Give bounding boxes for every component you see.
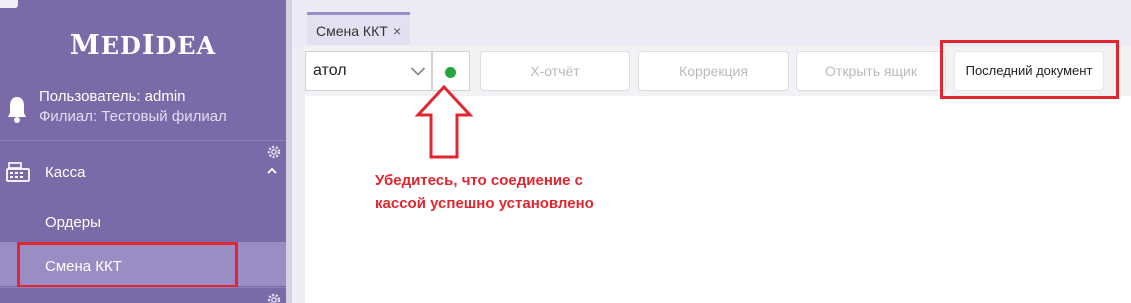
device-select[interactable]: атол (305, 51, 432, 91)
chevron-up-icon[interactable] (266, 166, 278, 176)
annotation-text: Убедитесь, что соедиение с кассой успешн… (375, 172, 594, 212)
app-logo: MEDIDEA (69, 30, 217, 61)
tab-label: Смена ККТ (316, 23, 388, 39)
user-name: Пользователь: admin (39, 88, 186, 105)
content-gutter (292, 46, 305, 303)
bell-icon[interactable] (6, 94, 28, 124)
menu-corner-icon[interactable] (0, 0, 18, 8)
sidebar-divider (0, 287, 286, 288)
device-select-value: атол (313, 62, 347, 79)
tab-kkt-shift[interactable]: Смена ККТ × (307, 12, 410, 45)
sidebar-item-orders[interactable]: Ордеры (0, 208, 286, 238)
user-info: Пользователь: admin Филиал: Тестовый фил… (0, 86, 286, 132)
sidebar-item-label: Ордеры (45, 214, 101, 231)
status-dot-icon (445, 67, 456, 78)
sidebar-section-label: Касса (45, 164, 86, 181)
sidebar-divider (0, 140, 286, 141)
cash-register-icon (6, 162, 30, 182)
close-icon[interactable]: × (393, 23, 401, 39)
highlight-box-last-document (940, 40, 1119, 99)
chevron-down-icon[interactable] (410, 66, 426, 77)
correction-button[interactable]: Коррекция (638, 51, 789, 91)
branch-name: Филиал: Тестовый филиал (39, 108, 227, 125)
open-drawer-button[interactable]: Открыть ящик (796, 51, 946, 91)
highlight-box-sidebar (17, 242, 238, 288)
gear-icon[interactable] (266, 292, 282, 303)
arrow-up-icon (414, 84, 474, 159)
x-report-button[interactable]: X-отчёт (480, 51, 630, 91)
sidebar-section-kassa[interactable]: Касса (0, 156, 286, 192)
